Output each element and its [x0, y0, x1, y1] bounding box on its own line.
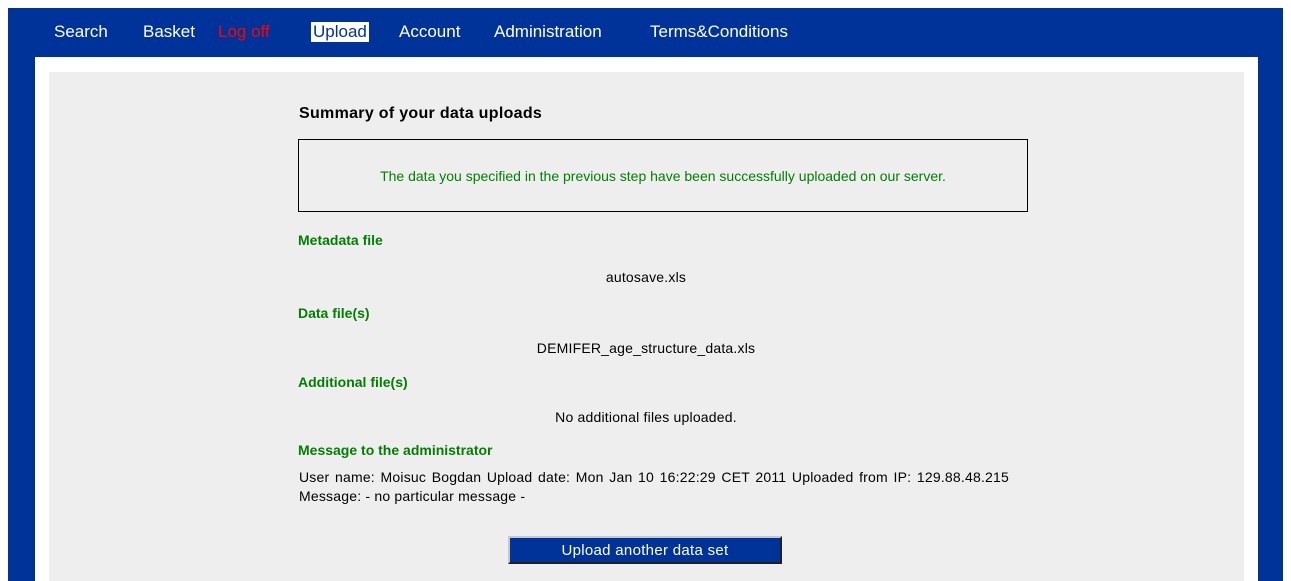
nav-administration[interactable]: Administration — [494, 22, 602, 42]
nav-basket[interactable]: Basket — [143, 22, 195, 42]
additional-files-heading: Additional file(s) — [298, 374, 408, 390]
nav-terms-conditions[interactable]: Terms&Conditions — [650, 22, 788, 42]
admin-message-text: User name: Moisuc Bogdan Upload date: Mo… — [299, 469, 1009, 504]
nav-log-off[interactable]: Log off — [218, 22, 270, 42]
data-file-name: DEMIFER_age_structure_data.xls — [536, 340, 756, 356]
upload-summary: Summary of your data uploads The data yo… — [296, 72, 1028, 581]
metadata-heading: Metadata file — [298, 232, 383, 248]
nav-search[interactable]: Search — [54, 22, 108, 42]
top-navigation: Search Basket Log off Upload Account Adm… — [8, 8, 1283, 56]
metadata-file-name: autosave.xls — [605, 269, 687, 285]
additional-files-status: No additional files uploaded. — [555, 409, 737, 425]
success-message-box: The data you specified in the previous s… — [298, 139, 1028, 212]
admin-message-heading: Message to the administrator — [298, 442, 493, 458]
content-border: Summary of your data uploads The data yo… — [35, 57, 1258, 581]
nav-upload[interactable]: Upload — [311, 22, 369, 42]
content-panel: Summary of your data uploads The data yo… — [49, 72, 1244, 581]
nav-account[interactable]: Account — [399, 22, 460, 42]
upload-another-button[interactable]: Upload another data set — [508, 536, 782, 564]
success-message: The data you specified in the previous s… — [380, 167, 946, 184]
page-title: Summary of your data uploads — [299, 105, 543, 122]
page-frame: Search Basket Log off Upload Account Adm… — [8, 8, 1283, 581]
data-files-heading: Data file(s) — [298, 305, 370, 321]
